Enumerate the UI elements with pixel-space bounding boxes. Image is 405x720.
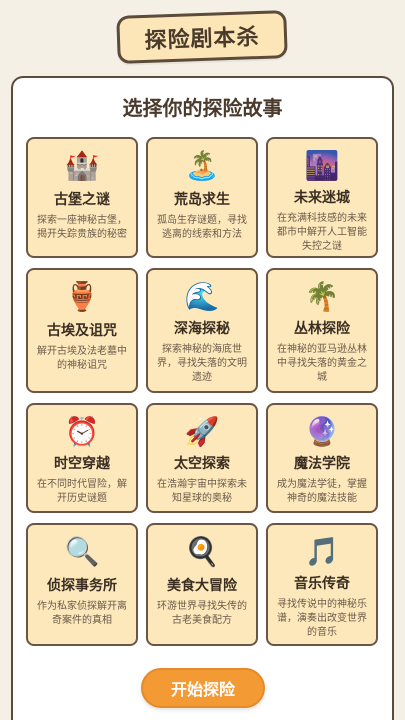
amphora-icon: 🏺 <box>64 280 100 313</box>
story-name: 丛林探险 <box>294 321 350 337</box>
story-card-castle[interactable]: 🏰 古堡之谜 探索一座神秘古堡，揭开失踪贵族的秘密 <box>26 137 138 258</box>
story-desc: 探索一座神秘古堡，揭开失踪贵族的秘密 <box>37 215 127 240</box>
story-card-magic-academy[interactable]: 🔮 魔法学院 成为魔法学徒，掌握神奇的魔法技能 <box>266 403 378 513</box>
story-name: 古埃及诅咒 <box>47 323 117 339</box>
palm-tree-icon: 🌴 <box>304 280 340 313</box>
story-name: 音乐传奇 <box>294 576 350 592</box>
story-card-time-travel[interactable]: ⏰ 时空穿越 在不同时代冒险，解开历史谜题 <box>26 403 138 513</box>
story-desc: 探索神秘的海底世界，寻找失落的文明遗迹 <box>157 344 247 383</box>
story-desc: 在充满科技感的未来都市中解开人工智能失控之谜 <box>277 213 367 252</box>
story-desc: 孤岛生存谜题，寻找逃离的线索和方法 <box>157 215 247 240</box>
island-icon: 🏝️ <box>184 149 220 182</box>
story-desc: 在浩瀚宇宙中探索未知星球的奥秘 <box>157 479 247 504</box>
castle-icon: 🏰 <box>64 149 100 182</box>
story-name: 侦探事务所 <box>47 578 117 594</box>
magnifier-icon: 🔍 <box>64 535 100 568</box>
story-name: 时空穿越 <box>54 456 110 472</box>
story-card-island[interactable]: 🏝️ 荒岛求生 孤岛生存谜题，寻找逃离的线索和方法 <box>146 137 258 258</box>
story-name: 古堡之谜 <box>54 192 110 208</box>
start-adventure-button[interactable]: 开始探险 <box>141 668 265 708</box>
story-card-deep-sea[interactable]: 🌊 深海探秘 探索神秘的海底世界，寻找失落的文明遗迹 <box>146 268 258 393</box>
story-card-future-city[interactable]: 🌆 未来迷城 在充满科技感的未来都市中解开人工智能失控之谜 <box>266 137 378 258</box>
story-name: 深海探秘 <box>174 321 230 337</box>
alarm-clock-icon: ⏰ <box>64 415 100 448</box>
story-desc: 在神秘的亚马逊丛林中寻找失落的黄金之城 <box>277 344 367 383</box>
story-desc: 解开古埃及法老墓中的神秘诅咒 <box>37 346 127 371</box>
story-desc: 作为私家侦探解开离奇案件的真相 <box>37 601 127 626</box>
story-card-jungle[interactable]: 🌴 丛林探险 在神秘的亚马逊丛林中寻找失落的黄金之城 <box>266 268 378 393</box>
wave-icon: 🌊 <box>184 280 220 313</box>
page-subtitle: 选择你的探险故事 <box>122 96 283 120</box>
story-desc: 寻找传说中的神秘乐谱，演奏出改变世界的音乐 <box>277 599 367 638</box>
story-name: 太空探索 <box>174 456 230 472</box>
story-card-detective[interactable]: 🔍 侦探事务所 作为私家侦探解开离奇案件的真相 <box>26 523 138 646</box>
story-name: 美食大冒险 <box>167 578 237 594</box>
story-card-music[interactable]: 🎵 音乐传奇 寻找传说中的神秘乐谱，演奏出改变世界的音乐 <box>266 523 378 646</box>
app-title: 探险剧本杀 <box>144 24 260 54</box>
story-desc: 成为魔法学徒，掌握神奇的魔法技能 <box>277 479 367 504</box>
rocket-icon: 🚀 <box>184 415 220 448</box>
music-note-icon: 🎵 <box>304 535 340 568</box>
story-card-egypt[interactable]: 🏺 古埃及诅咒 解开古埃及法老墓中的神秘诅咒 <box>26 268 138 393</box>
story-card-food[interactable]: 🍳 美食大冒险 环游世界寻找失传的古老美食配方 <box>146 523 258 646</box>
app-title-badge: 探险剧本杀 <box>116 10 288 64</box>
crystal-ball-icon: 🔮 <box>304 415 340 448</box>
story-name: 魔法学院 <box>294 456 350 472</box>
story-desc: 在不同时代冒险，解开历史谜题 <box>37 479 127 504</box>
city-icon: 🌆 <box>304 149 340 182</box>
frying-pan-icon: 🍳 <box>184 535 220 568</box>
story-name: 荒岛求生 <box>174 192 230 208</box>
story-desc: 环游世界寻找失传的古老美食配方 <box>157 601 247 626</box>
story-name: 未来迷城 <box>294 190 350 206</box>
story-card-space[interactable]: 🚀 太空探索 在浩瀚宇宙中探索未知星球的奥秘 <box>146 403 258 513</box>
